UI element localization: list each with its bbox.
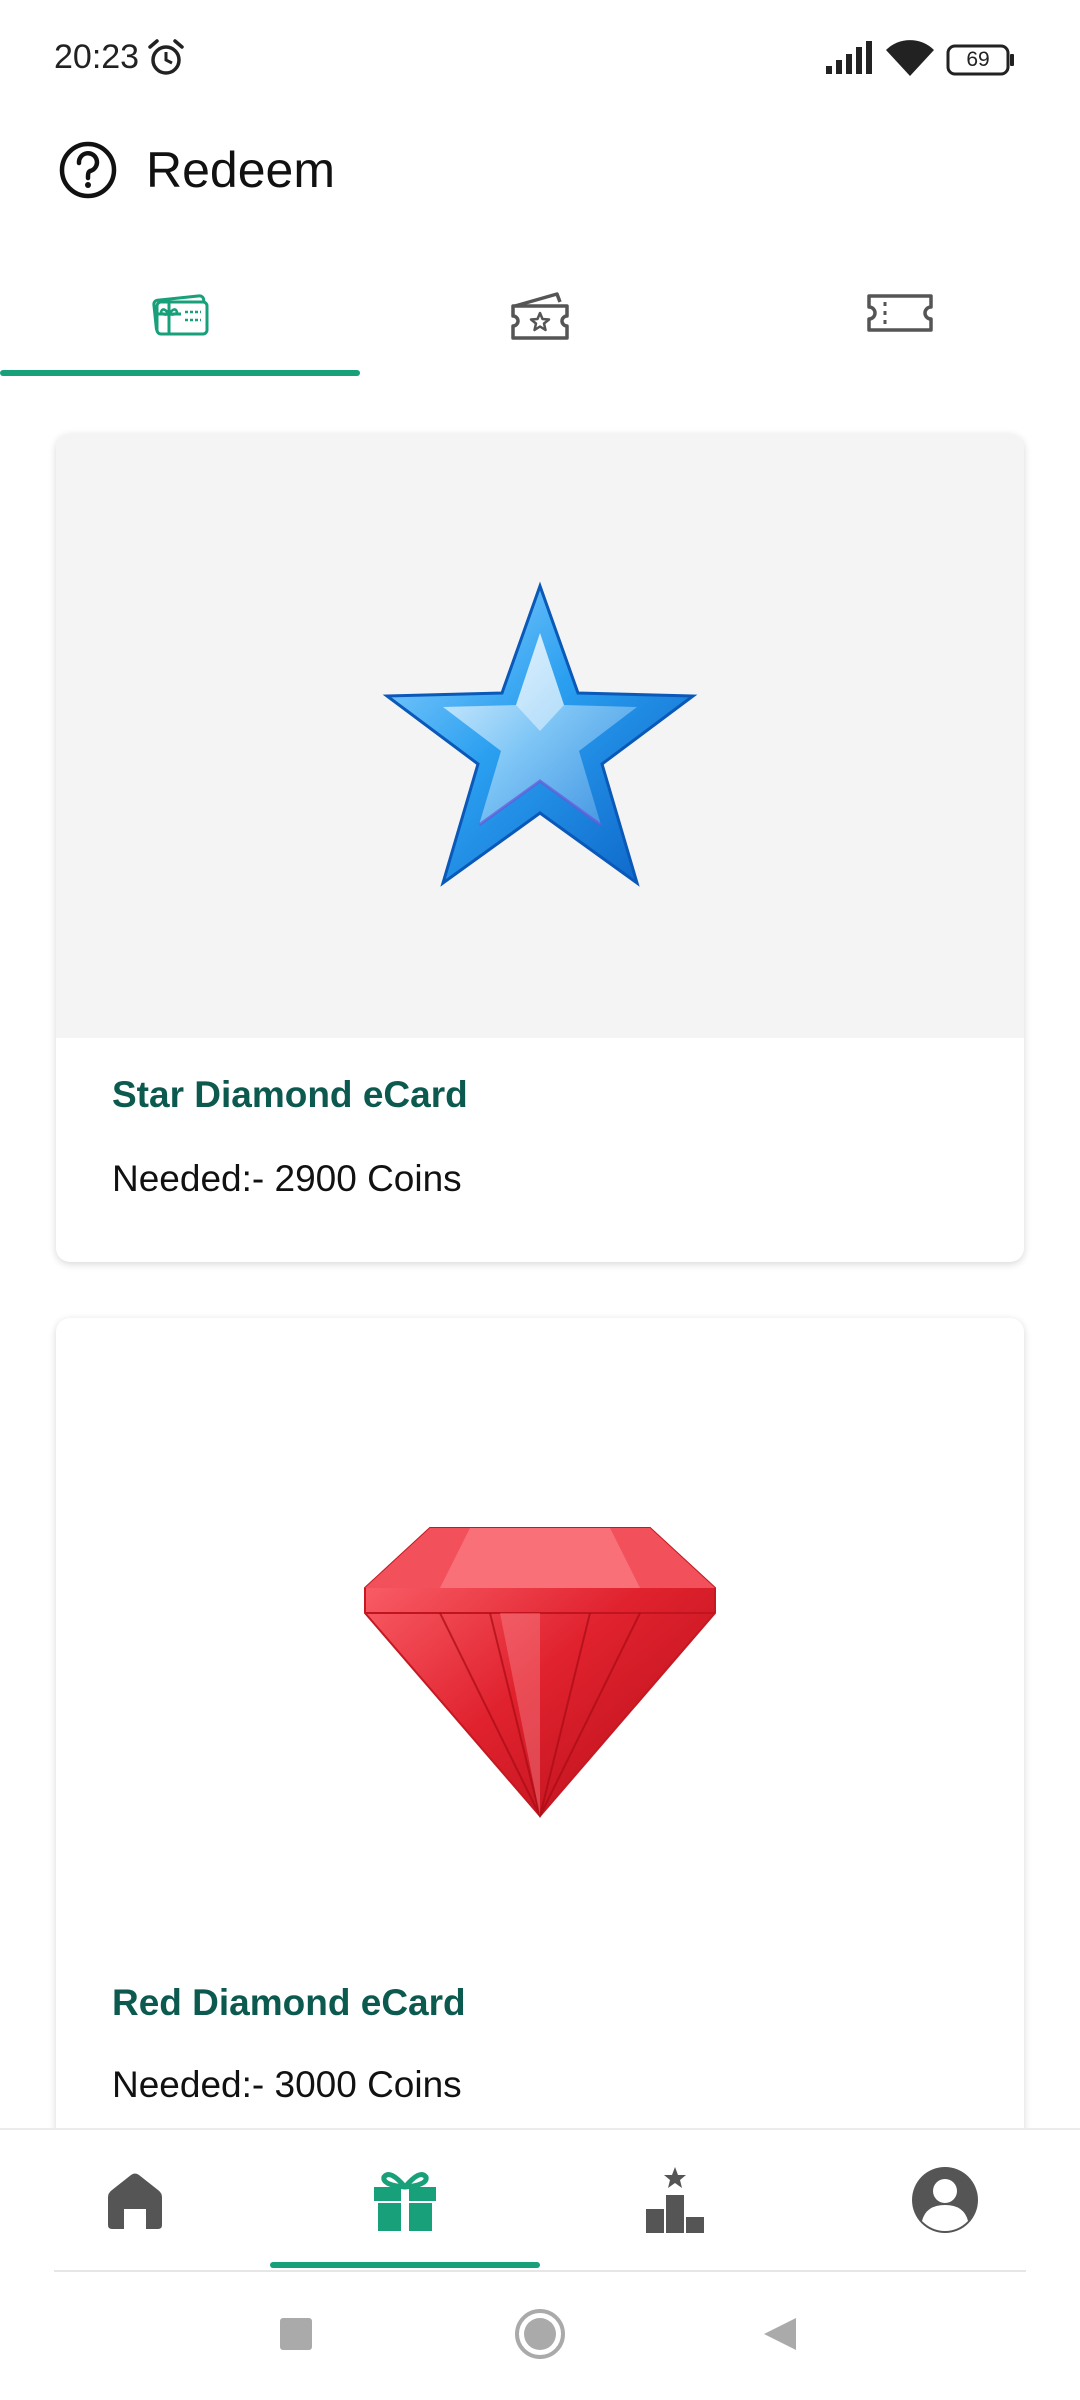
square-icon	[280, 2318, 312, 2350]
alarm-icon	[148, 39, 184, 75]
bottom-navigation	[0, 2128, 1080, 2268]
blue-star-gem	[382, 581, 698, 887]
leaderboard-icon	[646, 2167, 704, 2233]
gift-card-icon	[152, 294, 209, 336]
tab-coupons[interactable]	[720, 248, 1080, 378]
card-needed-coins: Needed:- 2900 Coins	[112, 1158, 462, 1199]
red-diamond-gem	[364, 1527, 716, 1818]
nav-item-leaderboard[interactable]	[540, 2130, 810, 2270]
status-time: 20:23	[54, 38, 140, 76]
profile-icon	[912, 2167, 978, 2233]
help-icon[interactable]	[58, 140, 118, 200]
nav-item-home[interactable]	[0, 2130, 270, 2270]
page-title: Redeem	[146, 142, 335, 198]
recents-button[interactable]	[256, 2294, 336, 2374]
back-button[interactable]	[740, 2294, 820, 2374]
nav-selected-indicator	[270, 2262, 540, 2268]
reward-card[interactable]: Star Diamond eCard Needed:- 2900 Coins	[56, 434, 1024, 1262]
back-triangle-icon	[764, 2318, 796, 2350]
coupon-icon	[867, 294, 933, 332]
home-system-button[interactable]	[500, 2294, 580, 2374]
card-image	[56, 434, 1024, 1038]
nav-item-profile[interactable]	[810, 2130, 1080, 2270]
reward-card[interactable]: Red Diamond eCard Needed:- 3000 Coins	[56, 1318, 1024, 2128]
gift-icon	[374, 2172, 436, 2231]
circle-icon	[515, 2309, 565, 2359]
card-needed-coins: Needed:- 3000 Coins	[112, 2064, 462, 2105]
home-icon	[108, 2173, 162, 2229]
battery-level: 69	[966, 48, 990, 71]
ticket-star-icon	[511, 292, 569, 340]
category-tabs	[0, 248, 1080, 378]
card-title: Red Diamond eCard	[112, 1982, 466, 2023]
card-title: Star Diamond eCard	[112, 1074, 468, 1115]
wifi-icon	[886, 40, 934, 76]
tab-gift-cards[interactable]	[0, 248, 360, 378]
signal-icon	[826, 41, 872, 74]
app-header: Redeem	[0, 118, 1080, 248]
system-navigation-bar	[0, 2272, 1080, 2400]
status-bar: 20:23 69	[0, 0, 1080, 118]
tab-selected-indicator	[0, 370, 360, 376]
tab-tickets[interactable]	[360, 248, 720, 378]
rewards-list: Star Diamond eCard Needed:- 2900 Coins R…	[0, 378, 1080, 2128]
card-image	[56, 1318, 1024, 2018]
nav-item-redeem[interactable]	[270, 2130, 540, 2270]
